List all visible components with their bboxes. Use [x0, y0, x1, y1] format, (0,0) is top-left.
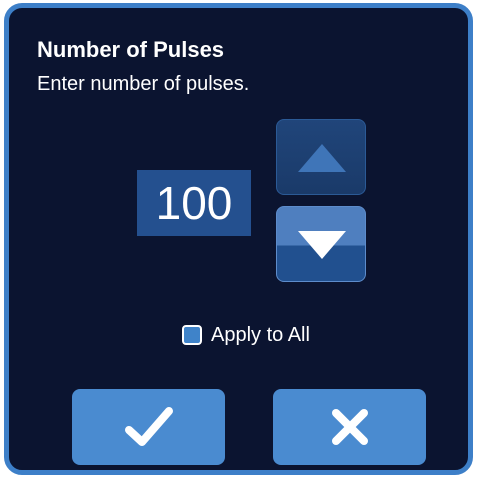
- apply-to-all-checkbox[interactable]: [182, 325, 202, 345]
- checkmark-icon: [124, 407, 173, 446]
- increment-button[interactable]: [276, 119, 366, 195]
- triangle-down-icon: [298, 231, 346, 259]
- apply-to-all-option[interactable]: Apply to All: [182, 323, 310, 347]
- decrement-button[interactable]: [276, 206, 366, 282]
- apply-to-all-label: Apply to All: [211, 324, 310, 346]
- triangle-up-icon: [298, 144, 346, 172]
- cancel-button[interactable]: [273, 389, 426, 465]
- number-of-pulses-dialog: Number of Pulses Enter number of pulses.…: [4, 3, 473, 475]
- x-icon: [331, 409, 368, 445]
- confirm-button[interactable]: [72, 389, 225, 465]
- dialog-subtitle: Enter number of pulses.: [37, 73, 250, 95]
- pulse-count-value[interactable]: 100: [137, 170, 251, 236]
- dialog-title: Number of Pulses: [37, 37, 225, 62]
